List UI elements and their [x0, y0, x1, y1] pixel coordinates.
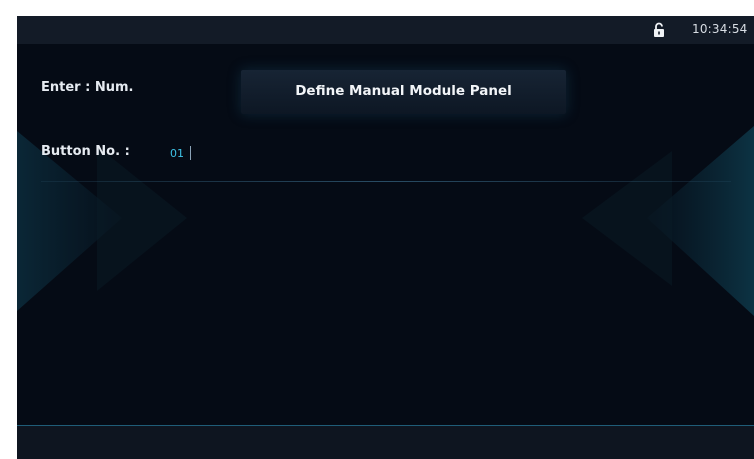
bottom-bar — [17, 425, 754, 459]
button-number-input[interactable]: 01 — [170, 147, 184, 160]
unlocked-padlock-icon[interactable] — [653, 22, 665, 38]
status-clock: 10:34:54 — [692, 22, 748, 36]
button-number-label: Button No. : — [41, 144, 130, 159]
page-title-box: Define Manual Module Panel — [241, 70, 566, 114]
panel-screen: 10:34:54 Enter : Num. Define Manual Modu… — [17, 16, 754, 459]
status-bar: 10:34:54 — [17, 16, 754, 44]
separator-line — [41, 181, 731, 182]
right-chevron-decoration — [582, 126, 754, 316]
input-mode-label: Enter : Num. — [41, 80, 134, 95]
page-title: Define Manual Module Panel — [295, 83, 512, 99]
text-cursor — [190, 146, 191, 160]
